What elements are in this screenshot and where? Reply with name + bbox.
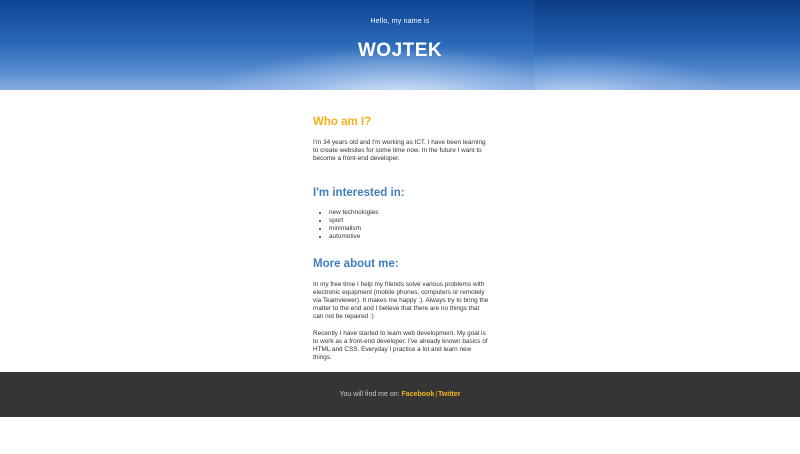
who-section: Who am I? I'm 34 years old and I'm worki… xyxy=(313,116,491,164)
footer: You will find me on: Facebook|Twitter xyxy=(0,372,800,417)
interests-heading: I'm interested in: xyxy=(313,186,405,199)
twitter-link[interactable]: Twitter xyxy=(438,391,460,398)
more-section: More about me: In my free time I help my… xyxy=(313,258,491,363)
who-heading: Who am I? xyxy=(313,116,372,128)
list-item: minimalism xyxy=(329,225,491,233)
footer-prefix: You will find me on: xyxy=(339,391,400,398)
more-paragraph-free-time: In my free time I help my friends solve … xyxy=(313,280,489,321)
more-paragraph-recently: Recently I have started to learn web dev… xyxy=(313,329,488,362)
who-text: I'm 34 years old and I'm working as ICT.… xyxy=(313,139,486,163)
interests-section: I'm interested in: new technologies spor… xyxy=(313,187,491,241)
hero-banner: Hello, my name is WOJTEK xyxy=(0,0,800,90)
main-content: Who am I? I'm 34 years old and I'm worki… xyxy=(313,90,491,362)
facebook-link[interactable]: Facebook xyxy=(402,391,435,398)
hero-name: WOJTEK xyxy=(357,40,443,61)
footer-separator: | xyxy=(435,391,438,398)
more-heading: More about me: xyxy=(313,257,399,270)
list-item: new technologies xyxy=(329,209,491,217)
list-item: sport xyxy=(329,217,491,225)
hero-greeting: Hello, my name is xyxy=(370,18,430,25)
list-item: automotive xyxy=(329,233,491,241)
interests-list: new technologies sport minimalism automo… xyxy=(313,209,491,241)
footer-social: You will find me on: Facebook|Twitter xyxy=(0,372,800,398)
